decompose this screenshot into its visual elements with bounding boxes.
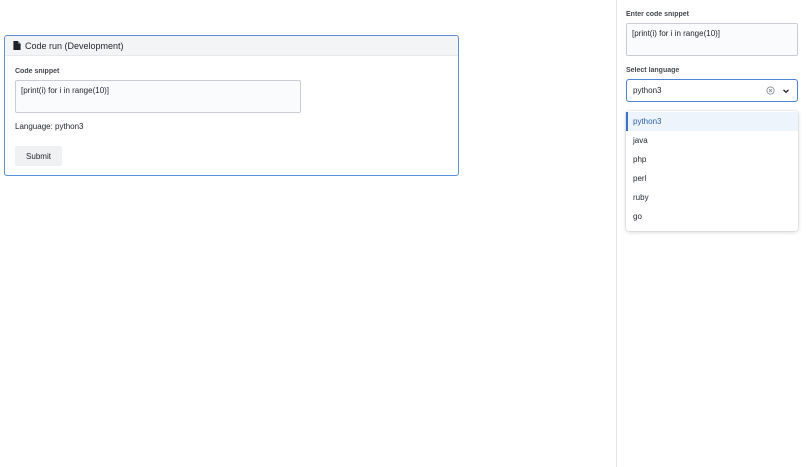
language-dropdown: python3 java php perl ruby go <box>626 111 798 231</box>
language-option-perl[interactable]: perl <box>626 169 798 188</box>
code-snippet-input[interactable]: [print(i) for i in range(10)] <box>626 23 798 56</box>
card-title: Code run (Development) <box>25 40 124 51</box>
select-language-label: Select language <box>626 67 680 74</box>
document-icon <box>13 41 21 50</box>
card-header: Code run (Development) <box>5 36 458 56</box>
right-panel: Enter code snippet [print(i) for i in ra… <box>616 0 806 467</box>
code-snippet-display: [print(i) for i in range(10)] <box>15 80 301 113</box>
language-option-php[interactable]: php <box>626 150 798 169</box>
language-select[interactable]: python3 <box>626 79 798 102</box>
clear-icon[interactable] <box>766 86 775 95</box>
code-snippet-label: Code snippet <box>15 68 60 75</box>
code-run-card: Code run (Development) Code snippet [pri… <box>4 35 459 176</box>
language-display: Language: python3 <box>15 122 84 131</box>
submit-button[interactable]: Submit <box>15 146 62 166</box>
enter-code-snippet-label: Enter code snippet <box>626 11 690 18</box>
chevron-down-icon[interactable] <box>782 87 790 95</box>
language-option-go[interactable]: go <box>626 207 798 226</box>
language-option-python3[interactable]: python3 <box>626 112 798 131</box>
language-select-value: python3 <box>633 86 662 95</box>
language-option-java[interactable]: java <box>626 131 798 150</box>
language-option-ruby[interactable]: ruby <box>626 188 798 207</box>
